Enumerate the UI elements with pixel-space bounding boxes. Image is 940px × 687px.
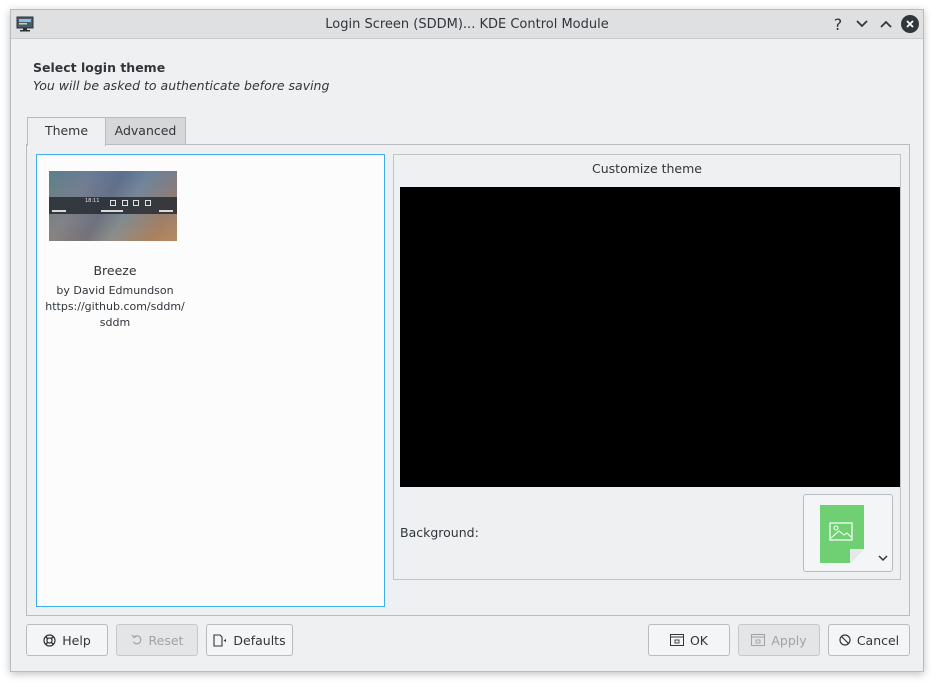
- chevron-up-icon: [880, 20, 892, 28]
- cancel-button-label: Cancel: [856, 632, 900, 648]
- title-bar[interactable]: Login Screen (SDDM)... KDE Control Modul…: [11, 10, 923, 39]
- theme-item-breeze[interactable]: 18:11 Breeze by David Edmundson https://…: [45, 171, 185, 331]
- chevron-down-icon: [878, 555, 888, 562]
- defaults-button-label: Defaults: [233, 632, 286, 648]
- theme-list[interactable]: 18:11 Breeze by David Edmundson https://…: [36, 154, 385, 607]
- kde-control-module-window: Login Screen (SDDM)... KDE Control Modul…: [10, 9, 924, 672]
- customize-theme-title: Customize theme: [592, 161, 702, 176]
- thumbnail-line: [101, 210, 123, 212]
- maximize-button[interactable]: [877, 15, 895, 33]
- reset-button-label: Reset: [148, 632, 184, 648]
- document-revert-icon: [213, 633, 227, 647]
- ok-button-label: OK: [689, 632, 709, 648]
- theme-url-continued: sddm: [99, 316, 131, 329]
- page-title: Select login theme: [33, 60, 166, 75]
- dialog-ok-icon: [669, 634, 684, 646]
- image-icon: [820, 505, 864, 563]
- theme-url: https://github.com/sddm/: [45, 300, 185, 313]
- defaults-button[interactable]: Defaults: [206, 624, 293, 656]
- help-lifebuoy-icon: [43, 633, 56, 647]
- theme-meta: by David Edmundson https://github.com/sd…: [45, 283, 185, 331]
- theme-tab-panel: 18:11 Breeze by David Edmundson https://…: [26, 144, 910, 616]
- minimize-button[interactable]: [853, 15, 871, 33]
- tab-theme[interactable]: Theme: [27, 117, 106, 146]
- apply-icon: [751, 634, 766, 646]
- help-button[interactable]: Help: [26, 624, 108, 656]
- apply-button-label: Apply: [771, 632, 807, 648]
- background-picker-button[interactable]: [803, 494, 893, 572]
- close-icon: [906, 20, 914, 28]
- thumbnail-line: [159, 210, 173, 212]
- theme-preview: [400, 187, 900, 487]
- reset-button[interactable]: Reset: [116, 624, 198, 656]
- theme-author: by David Edmundson: [56, 284, 174, 297]
- apply-button[interactable]: Apply: [738, 624, 820, 656]
- undo-icon: [131, 634, 141, 645]
- cancel-button[interactable]: Cancel: [828, 624, 910, 656]
- chevron-down-icon: [856, 20, 868, 28]
- background-label: Background:: [400, 525, 479, 540]
- thumbnail-user-square: [133, 200, 139, 206]
- theme-name: Breeze: [93, 263, 137, 278]
- help-question-icon[interactable]: ?: [829, 15, 847, 34]
- help-button-label: Help: [62, 632, 91, 648]
- thumbnail-line: [52, 210, 66, 212]
- page-subtitle: You will be asked to authenticate before…: [33, 78, 330, 93]
- close-button[interactable]: [901, 15, 919, 33]
- thumbnail-user-square: [110, 200, 116, 206]
- cancel-icon: [839, 634, 851, 646]
- thumbnail-user-square: [122, 200, 128, 206]
- tab-advanced[interactable]: Advanced: [105, 117, 186, 145]
- window-title: Login Screen (SDDM)... KDE Control Modul…: [325, 17, 609, 32]
- ok-button[interactable]: OK: [648, 624, 730, 656]
- thumbnail-clock: 18:11: [85, 198, 100, 204]
- thumbnail-user-square: [145, 200, 151, 206]
- customize-theme-group: Customize theme Background:: [393, 154, 901, 580]
- theme-thumbnail: 18:11: [49, 171, 177, 241]
